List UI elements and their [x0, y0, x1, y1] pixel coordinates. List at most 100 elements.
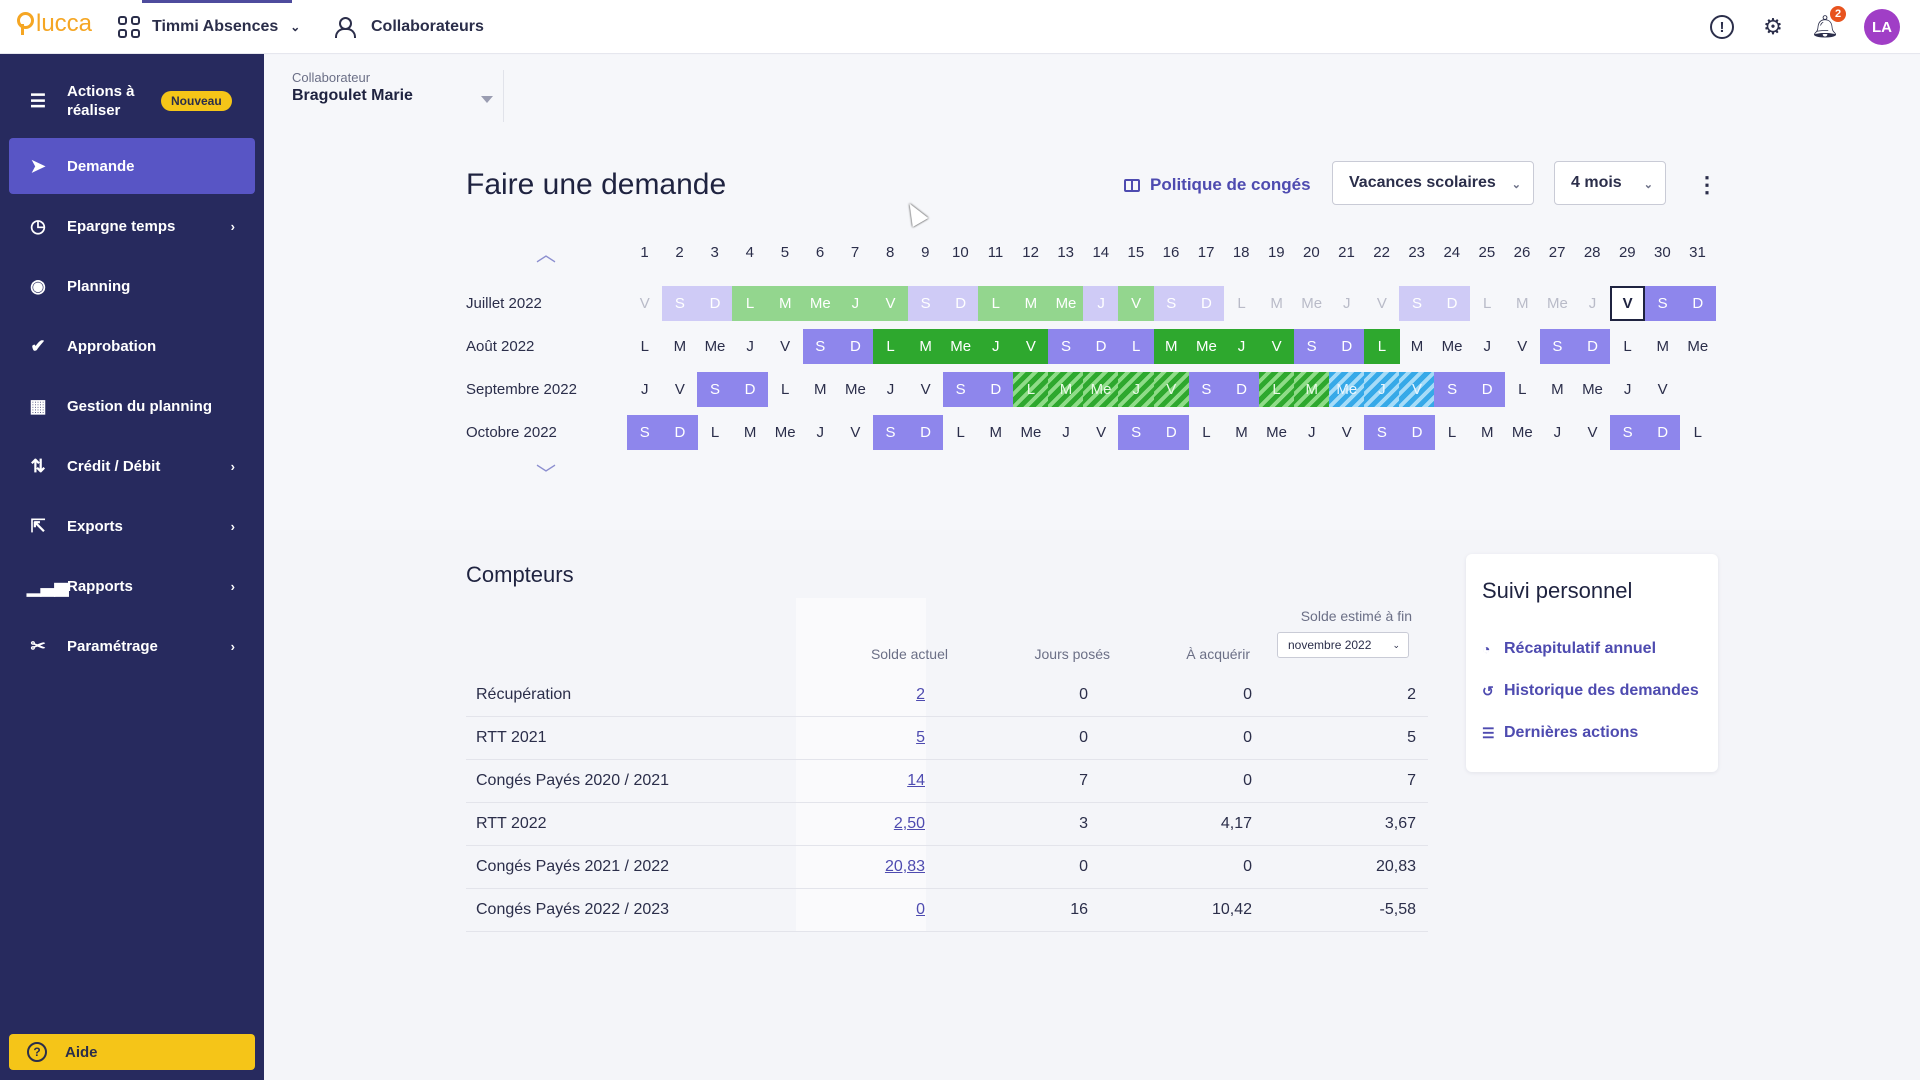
calendar-day[interactable]: Me [942, 329, 979, 364]
scroll-down-icon[interactable]: ﹀ [536, 458, 556, 487]
calendar-day[interactable]: V [1575, 415, 1611, 450]
calendar-day[interactable]: M [1013, 286, 1049, 321]
calendar-day[interactable]: L [732, 286, 768, 321]
gear-icon[interactable]: ⚙ [1760, 14, 1786, 40]
calendar-day[interactable]: J [837, 286, 874, 321]
calendar-day[interactable]: M [1399, 329, 1435, 364]
calendar-day[interactable]: Me [1188, 329, 1225, 364]
calendar-day[interactable]: S [907, 286, 944, 321]
calendar-day[interactable]: L [1610, 329, 1646, 364]
calendar-day[interactable]: S [1364, 415, 1400, 450]
calendar-day[interactable]: S [1188, 372, 1225, 407]
calendar-day[interactable]: D [662, 415, 698, 450]
calendar-day[interactable]: D [837, 329, 874, 364]
end-month-select[interactable]: novembre 2022 ⌄ [1277, 632, 1409, 658]
calendar-day[interactable]: V [1153, 372, 1190, 407]
calendar-day[interactable]: M [1540, 372, 1576, 407]
calendar-day[interactable]: D [1329, 329, 1365, 364]
calendar-day[interactable]: Me [1259, 415, 1295, 450]
calendar-day[interactable]: M [662, 329, 698, 364]
calendar-day[interactable]: V [1505, 329, 1541, 364]
scroll-up-icon[interactable]: ︿ [536, 238, 556, 267]
calendar-day[interactable]: D [732, 372, 768, 407]
calendar-day[interactable]: S [1434, 372, 1470, 407]
calendar-day[interactable]: M [1293, 372, 1330, 407]
request-history-link[interactable]: ↺ Historique des demandes [1482, 682, 1699, 700]
calendar-day[interactable]: J [1469, 329, 1505, 364]
calendar-day[interactable]: S [627, 415, 663, 450]
calendar-day[interactable]: V [838, 415, 874, 450]
calendar-day[interactable]: V [1013, 329, 1049, 364]
calendar-day[interactable]: J [978, 329, 1014, 364]
calendar-day[interactable]: D [1399, 415, 1435, 450]
calendar-day[interactable]: J [1329, 286, 1365, 321]
calendar-day[interactable]: Me [1329, 372, 1365, 407]
calendar-day[interactable]: Me [838, 372, 874, 407]
sidebar-item-gestion-planning[interactable]: ▦ Gestion du planning [9, 378, 255, 434]
calendar-day[interactable]: L [697, 415, 733, 450]
calendar-day[interactable]: J [1364, 372, 1400, 407]
help-button[interactable]: ? Aide [9, 1034, 255, 1070]
calendar-day[interactable]: M [803, 372, 839, 407]
calendar-day[interactable]: M [907, 329, 944, 364]
calendar-day[interactable]: L [1505, 372, 1541, 407]
calendar-day[interactable]: Me [697, 329, 733, 364]
calendar-day[interactable]: S [1539, 329, 1576, 364]
calendar-day[interactable]: S [1153, 286, 1190, 321]
sidebar-item-epargne[interactable]: ◷ Epargne temps › [9, 198, 255, 254]
app-switcher[interactable]: Timmi Absences ⌄ [118, 0, 300, 54]
calendar-day[interactable]: M [1259, 286, 1295, 321]
sidebar-item-credit-debit[interactable]: ⇅ Crédit / Débit › [9, 438, 255, 494]
calendar-day[interactable]: J [803, 415, 839, 450]
period-select[interactable]: 4 mois ⌄ [1554, 161, 1666, 205]
calendar-day[interactable]: V [1118, 286, 1154, 321]
calendar-day[interactable]: M [1645, 329, 1681, 364]
calendar-day[interactable]: S [872, 415, 909, 450]
calendar-day[interactable]: S [1399, 286, 1435, 321]
counter-solde-link[interactable]: 2 [865, 686, 925, 704]
calendar-day[interactable]: M [1469, 415, 1505, 450]
calendar-day[interactable]: J [1540, 415, 1576, 450]
calendar-day[interactable]: D [942, 286, 979, 321]
sidebar-item-demande[interactable]: ➤ Demande [9, 138, 255, 194]
calendar-day[interactable]: V [1083, 415, 1119, 450]
counter-solde-link[interactable]: 14 [865, 772, 925, 790]
calendar-day[interactable]: S [1644, 286, 1681, 321]
calendar-day[interactable]: M [767, 286, 803, 321]
calendar-day[interactable]: V [1364, 286, 1400, 321]
calendar-day[interactable]: Me [1048, 286, 1084, 321]
calendar-day[interactable]: L [1118, 329, 1154, 364]
calendar-day[interactable]: L [978, 286, 1014, 321]
calendar-day[interactable]: J [1610, 372, 1646, 407]
more-options-icon[interactable]: ⋮ [1696, 172, 1718, 198]
calendar-day[interactable]: D [1083, 329, 1119, 364]
avatar[interactable]: LA [1864, 9, 1900, 45]
sidebar-item-rapports[interactable]: ▁▃▅ Rapports › [9, 558, 255, 614]
calendar-day[interactable]: S [1293, 329, 1330, 364]
calendar-day[interactable]: S [802, 329, 839, 364]
calendar-day[interactable]: S [697, 372, 733, 407]
calendar-day[interactable]: M [732, 415, 768, 450]
calendar-day[interactable]: J [873, 372, 909, 407]
calendar-day[interactable]: J [1575, 286, 1611, 321]
policy-link[interactable]: Politique de congés [1124, 175, 1311, 195]
calendar-day[interactable]: S [662, 286, 698, 321]
calendar-day[interactable]: D [1434, 286, 1470, 321]
calendar-day[interactable]: L [1189, 415, 1225, 450]
calendar-day[interactable]: L [1680, 415, 1716, 450]
calendar-day[interactable]: Me [1575, 372, 1611, 407]
calendar-day[interactable]: M [978, 415, 1014, 450]
calendar-day[interactable]: J [627, 372, 663, 407]
calendar-day[interactable]: J [1223, 329, 1260, 364]
calendar-day[interactable]: V [872, 286, 909, 321]
calendar-day[interactable]: S [1118, 415, 1154, 450]
calendar-day[interactable]: V [1645, 372, 1681, 407]
calendar-day[interactable]: L [1469, 286, 1505, 321]
calendar-day[interactable]: V [627, 286, 663, 321]
calendar-day[interactable]: V [1399, 372, 1435, 407]
calendar-day[interactable]: V [662, 372, 698, 407]
sidebar-item-actions[interactable]: ☰ Actions à réaliser Nouveau [9, 72, 255, 130]
calendar-day[interactable]: Me [802, 286, 839, 321]
calendar-day[interactable]: L [1013, 372, 1049, 407]
calendar-day[interactable]: Me [1083, 372, 1119, 407]
